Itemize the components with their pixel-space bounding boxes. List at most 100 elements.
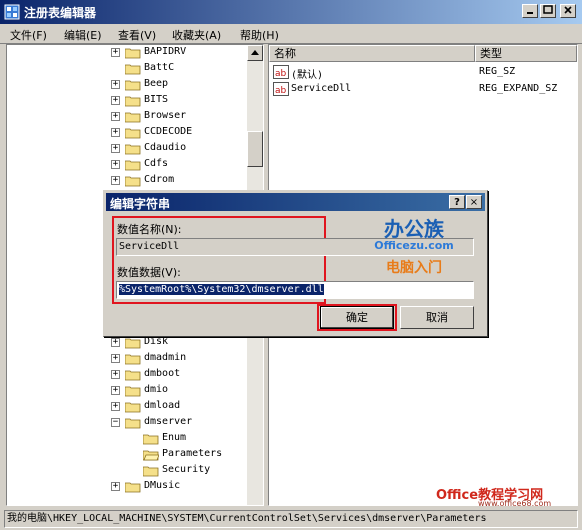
value-data-selection: %SystemRoot%\System32\dmserver.dll	[119, 284, 324, 295]
expand-toggle[interactable]: +	[111, 386, 120, 395]
folder-icon	[125, 370, 141, 381]
maximize-icon	[543, 5, 553, 14]
column-header-type[interactable]: 类型	[475, 45, 577, 62]
expand-toggle[interactable]: +	[111, 144, 120, 153]
tree-node-label: dmio	[144, 384, 169, 395]
scroll-up-button[interactable]	[247, 45, 263, 61]
tree-node[interactable]: Security	[7, 463, 243, 479]
close-icon: ×	[469, 197, 479, 208]
tree-node[interactable]: Enum	[7, 431, 243, 447]
scroll-thumb[interactable]	[247, 131, 263, 167]
folder-icon	[143, 434, 159, 445]
tree-node-label: Security	[162, 464, 211, 475]
arrow-up-icon	[251, 50, 259, 55]
tree-node[interactable]: + BITS	[7, 93, 243, 109]
column-header-name[interactable]: 名称	[269, 45, 475, 62]
tree-node[interactable]: + Cdfs	[7, 157, 243, 173]
tree-node-label: CCDECODE	[144, 126, 193, 137]
corner-watermark: Office教程学习网 www.office68.com	[436, 484, 576, 508]
tree-node[interactable]: + BAPIDRV	[7, 45, 243, 61]
tree-node[interactable]: + CCDECODE	[7, 125, 243, 141]
watermark-brand-url: Officezu.com	[374, 239, 454, 252]
help-icon: ?	[454, 197, 460, 208]
expand-toggle[interactable]: +	[111, 48, 120, 57]
folder-icon	[125, 176, 141, 187]
tree-node[interactable]: + Cdaudio	[7, 141, 243, 157]
status-bar: 我的电脑\HKEY_LOCAL_MACHINE\SYSTEM\CurrentCo…	[4, 510, 578, 528]
menu-view[interactable]: 查看(V)	[118, 27, 156, 43]
tree-node[interactable]: + Beep	[7, 77, 243, 93]
folder-icon	[125, 48, 141, 59]
tree-node-label: BattC	[144, 62, 175, 73]
expand-toggle[interactable]: +	[111, 402, 120, 411]
tree-node[interactable]: + DMusic	[7, 479, 243, 495]
expand-toggle[interactable]: +	[111, 338, 120, 347]
value-data-input[interactable]: %SystemRoot%\System32\dmserver.dll	[116, 281, 474, 299]
menu-file[interactable]: 文件(F)	[10, 27, 47, 43]
tree-node[interactable]: + dmio	[7, 383, 243, 399]
open-folder-icon	[143, 450, 159, 461]
expand-toggle[interactable]: +	[111, 354, 120, 363]
edit-string-dialog[interactable]: 编辑字符串 ? × 数值名称(N): ServiceDll 数值数据(V): %…	[103, 190, 488, 337]
window-title: 注册表编辑器	[24, 6, 97, 20]
dialog-close-button[interactable]: ×	[466, 195, 482, 209]
menu-bar: 文件(F) 编辑(E) 查看(V) 收藏夹(A) 帮助(H)	[0, 24, 582, 44]
value-data-label: 数值数据(V):	[117, 266, 181, 279]
ok-button[interactable]: 确定	[320, 306, 394, 329]
menu-help[interactable]: 帮助(H)	[240, 27, 279, 43]
watermark-corner-url: www.office68.com	[478, 499, 552, 508]
tree-node-label: dmadmin	[144, 352, 187, 363]
dialog-title: 编辑字符串	[110, 197, 171, 211]
table-row[interactable]: ab ServiceDll REG_EXPAND_SZ	[269, 81, 575, 97]
tree-node[interactable]: Parameters	[7, 447, 243, 463]
expand-toggle[interactable]: +	[111, 176, 120, 185]
tree-node[interactable]: + dmboot	[7, 367, 243, 383]
folder-icon	[125, 338, 141, 349]
tree-node[interactable]: + Browser	[7, 109, 243, 125]
expand-toggle[interactable]: +	[111, 370, 120, 379]
tree-node-label: BITS	[144, 94, 169, 105]
svg-text:ab: ab	[275, 86, 287, 96]
folder-icon	[125, 402, 141, 413]
regedit-icon	[4, 4, 20, 20]
watermark-brand-cn: 办公族	[384, 217, 444, 241]
menu-edit[interactable]: 编辑(E)	[64, 27, 102, 43]
tree-node[interactable]: + Cdrom	[7, 173, 243, 189]
tree-node-label: Parameters	[162, 448, 223, 459]
tree-node-label: DMusic	[144, 480, 181, 491]
value-type: REG_EXPAND_SZ	[479, 83, 558, 94]
expand-toggle[interactable]: +	[111, 96, 120, 105]
title-bar[interactable]: 注册表编辑器	[0, 0, 582, 24]
tree-node[interactable]: + Disk	[7, 335, 243, 351]
maximize-button[interactable]	[540, 4, 556, 18]
tree-node-label: Browser	[144, 110, 187, 121]
tree-node[interactable]: + dmload	[7, 399, 243, 415]
collapse-toggle[interactable]: −	[111, 418, 120, 427]
minimize-icon	[527, 12, 533, 14]
folder-icon	[125, 80, 141, 91]
menu-favorites[interactable]: 收藏夹(A)	[172, 27, 221, 43]
expand-toggle[interactable]: +	[111, 160, 120, 169]
expand-toggle[interactable]: +	[111, 80, 120, 89]
cancel-button[interactable]: 取消	[400, 306, 474, 329]
value-name: ServiceDll	[291, 83, 352, 94]
folder-icon	[125, 386, 141, 397]
expand-toggle[interactable]: +	[111, 482, 120, 491]
close-icon	[564, 6, 572, 14]
tree-node-label: Cdrom	[144, 174, 175, 185]
close-button[interactable]	[560, 4, 576, 18]
tree-node[interactable]: + dmadmin	[7, 351, 243, 367]
tree-node-label: Disk	[144, 336, 169, 347]
folder-icon	[125, 354, 141, 365]
help-button[interactable]: ?	[449, 195, 465, 209]
folder-icon	[125, 128, 141, 139]
dialog-title-bar[interactable]: 编辑字符串 ? ×	[106, 193, 485, 211]
table-row[interactable]: ab (默认) REG_SZ	[269, 64, 575, 81]
expand-toggle[interactable]: +	[111, 128, 120, 137]
svg-text:ab: ab	[275, 69, 287, 79]
string-value-icon: ab	[273, 82, 289, 96]
tree-node[interactable]: BattC	[7, 61, 243, 77]
expand-toggle[interactable]: +	[111, 112, 120, 121]
minimize-button[interactable]	[522, 4, 538, 18]
tree-node[interactable]: − dmserver	[7, 415, 243, 431]
